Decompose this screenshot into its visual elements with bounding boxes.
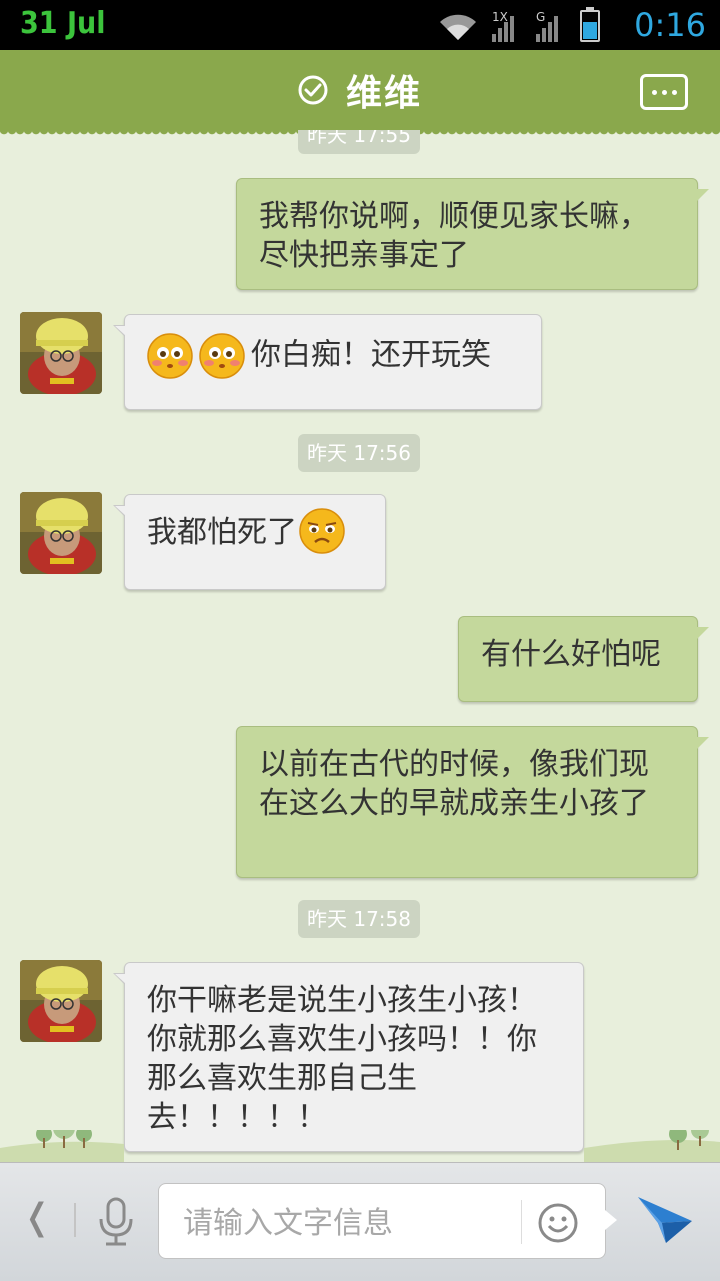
divider: [521, 1200, 522, 1244]
message-incoming[interactable]: 你白痴！还开玩笑: [113, 314, 542, 410]
avatar-image: [20, 492, 102, 574]
sad-emoji: [299, 507, 345, 554]
message-text: 我帮你说啊，顺便见家长嘛，尽快把亲事定了: [259, 199, 649, 273]
timestamp: 昨天 17:55: [298, 130, 420, 154]
message-input[interactable]: [181, 1202, 505, 1244]
input-bar: ❬: [0, 1162, 720, 1281]
send-icon[interactable]: [636, 1193, 694, 1245]
message-text: 我都怕死了: [147, 515, 297, 550]
avatar[interactable]: [20, 312, 102, 394]
message-text: 以前在古代的时候，像我们现在这么大的早就成亲生小孩了: [259, 747, 649, 821]
mic-icon[interactable]: [96, 1197, 136, 1247]
blush-emoji: [147, 333, 193, 379]
message-outgoing[interactable]: 我帮你说啊，顺便见家长嘛，尽快把亲事定了: [236, 178, 709, 290]
battery-icon: [580, 7, 600, 42]
avatar[interactable]: [20, 960, 102, 1042]
hill-decoration: [0, 1130, 720, 1164]
status-bar: 31 Jul 1X G 0:16: [0, 0, 720, 50]
timestamp: 昨天 17:58: [298, 900, 420, 938]
chat-list[interactable]: 昨天 17:55 我帮你说啊，顺便见家长嘛，尽快把亲事定了 你白痴！还开玩笑 昨…: [0, 130, 720, 1160]
message-text: 有什么好怕呢: [481, 637, 661, 672]
blush-emoji: [199, 333, 245, 379]
message-text: 你白痴！还开玩笑: [251, 337, 491, 373]
avatar[interactable]: [20, 492, 102, 574]
message-input-box[interactable]: [158, 1183, 617, 1259]
back-icon: ❬: [22, 1197, 53, 1238]
timestamp: 昨天 17:56: [298, 434, 420, 472]
status-time: 0:16: [634, 6, 706, 44]
message-text: 你干嘛老是说生小孩生小孩！你就那么喜欢生小孩吗！！你那么喜欢生那自己生去！！！！…: [147, 983, 537, 1135]
message-incoming[interactable]: 我都怕死了: [113, 494, 386, 590]
signal-1x-icon: 1X: [492, 10, 522, 42]
divider: [74, 1203, 76, 1237]
message-outgoing[interactable]: 以前在古代的时候，像我们现在这么大的早就成亲生小孩了: [236, 726, 709, 878]
more-icon: [651, 89, 657, 95]
message-incoming[interactable]: 你干嘛老是说生小孩生小孩！你就那么喜欢生小孩吗！！你那么喜欢生那自己生去！！！！…: [113, 962, 584, 1152]
avatar-image: [20, 960, 102, 1042]
avatar-image: [20, 312, 102, 394]
chat-header: 维维: [0, 50, 720, 138]
smiley-icon[interactable]: [537, 1202, 579, 1244]
status-date: 31 Jul: [20, 6, 106, 41]
back-button[interactable]: ❬: [22, 1197, 52, 1238]
more-button[interactable]: [640, 74, 688, 110]
check-circle-icon: [298, 75, 328, 105]
wifi-icon: [440, 14, 476, 40]
message-outgoing[interactable]: 有什么好怕呢: [458, 616, 709, 702]
signal-g-icon: G: [536, 10, 566, 42]
status-icons: 1X G: [438, 7, 600, 42]
chat-title: 维维: [345, 73, 422, 114]
